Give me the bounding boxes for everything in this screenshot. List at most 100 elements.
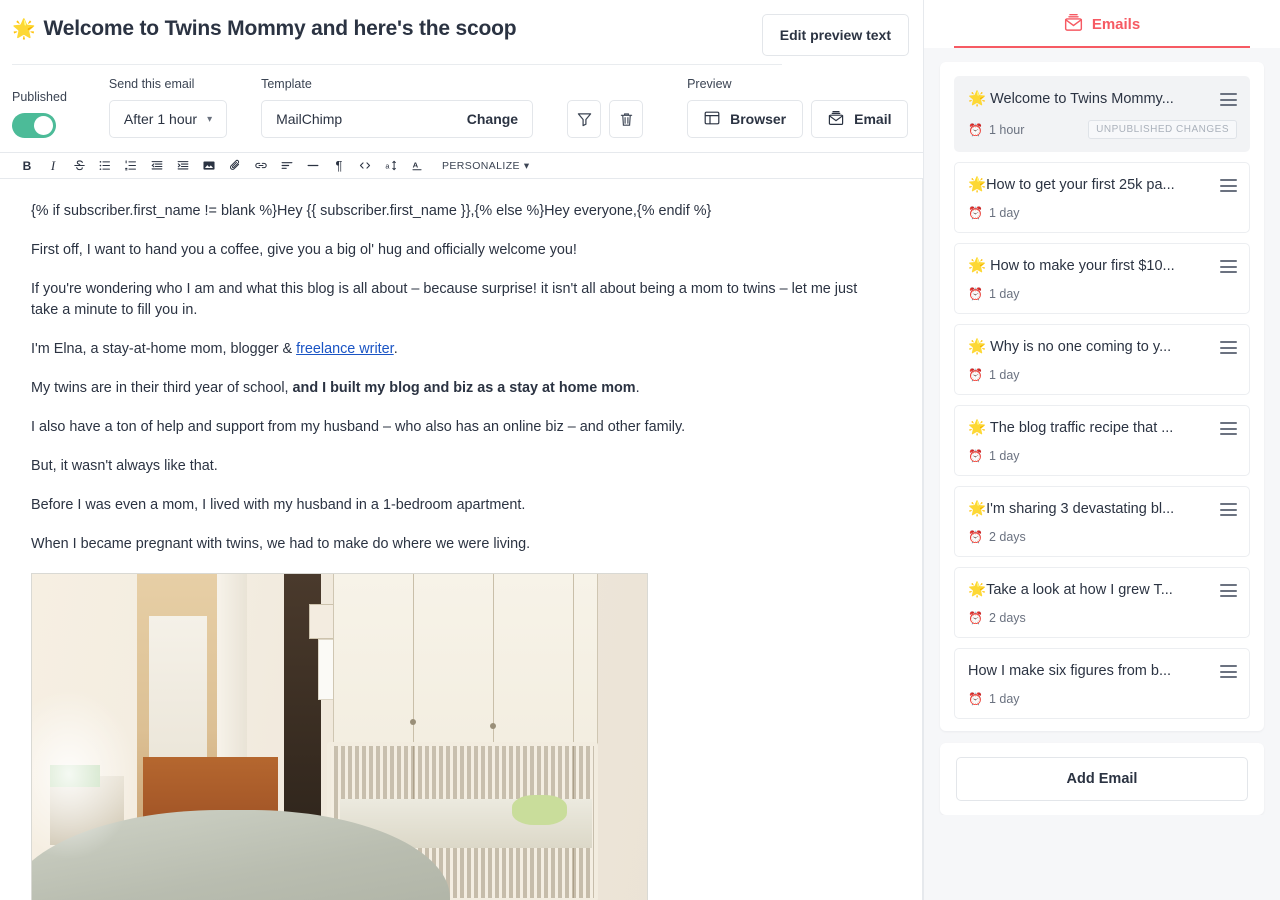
list-item-meta: ⏰ 1 day [968, 287, 1237, 301]
drag-handle-icon[interactable] [1220, 341, 1237, 354]
tab-active-underline [954, 46, 1250, 48]
drag-handle-icon[interactable] [1220, 584, 1237, 597]
italic-icon[interactable]: I [40, 154, 66, 178]
app-root: 🌟 Welcome to Twins Mommy and here's the … [0, 0, 1280, 900]
preview-buttons: Browser Email [687, 100, 909, 138]
list-item-time-text: 1 day [988, 692, 1020, 706]
drag-handle-icon[interactable] [1220, 665, 1237, 678]
list-item-title: 🌟I'm sharing 3 devastating bl... [968, 500, 1174, 519]
emails-list-scroll[interactable]: 🌟 Welcome to Twins Mommy... ⏰ 1 hour UNPU… [924, 48, 1280, 815]
list-item-title-text: I'm sharing 3 devastating bl... [986, 501, 1175, 517]
list-item-title-text: How to make your first $10... [990, 258, 1175, 274]
list-item-top: 🌟 Why is no one coming to y... [968, 338, 1237, 357]
list-item[interactable]: 🌟I'm sharing 3 devastating bl... ⏰ 2 days [954, 486, 1250, 557]
list-item[interactable]: 🌟How to get your first 25k pa... ⏰ 1 day [954, 162, 1250, 233]
list-item-title: 🌟 How to make your first $10... [968, 257, 1175, 276]
list-item-time: ⏰ 2 days [968, 611, 1026, 625]
list-item-title-text: Why is no one coming to y... [990, 339, 1172, 355]
body-paragraph: When I became pregnant with twins, we ha… [31, 536, 531, 552]
photo-green-blanket [511, 794, 568, 826]
edit-preview-text-button[interactable]: Edit preview text [761, 14, 909, 56]
svg-text:A: A [413, 161, 419, 170]
personalize-dropdown[interactable]: PERSONALIZE ▾ [442, 160, 530, 172]
list-item[interactable]: 🌟 The blog traffic recipe that ... ⏰ 1 da… [954, 405, 1250, 476]
add-email-button[interactable]: Add Email [956, 757, 1248, 801]
body-image[interactable] [31, 573, 648, 900]
bold-icon[interactable]: B [14, 154, 40, 178]
preview-email-button[interactable]: Email [811, 100, 909, 138]
clock-icon: ⏰ [968, 287, 983, 301]
horizontal-rule-icon[interactable] [300, 154, 326, 178]
bulleted-list-icon[interactable] [92, 154, 118, 178]
list-item[interactable]: How I make six figures from b... ⏰ 1 day [954, 648, 1250, 719]
list-item-time-text: 1 day [988, 449, 1020, 463]
filter-button[interactable] [567, 100, 602, 138]
email-editor-pane: 🌟 Welcome to Twins Mommy and here's the … [0, 0, 923, 900]
list-item-meta: ⏰ 1 day [968, 368, 1237, 382]
clock-icon: ⏰ [968, 449, 983, 463]
tab-emails[interactable]: Emails [1060, 0, 1144, 48]
list-item[interactable]: 🌟 Why is no one coming to y... ⏰ 1 day [954, 324, 1250, 395]
star-emoji-icon: 🌟 [968, 258, 987, 274]
drag-handle-icon[interactable] [1220, 179, 1237, 192]
star-emoji-icon: 🌟 [968, 420, 987, 436]
drag-handle-icon[interactable] [1220, 260, 1237, 273]
code-icon[interactable] [352, 154, 378, 178]
sidebar-tabbar: Emails [924, 0, 1280, 48]
list-item-title-text: Welcome to Twins Mommy... [990, 91, 1174, 107]
align-icon[interactable] [274, 154, 300, 178]
send-delay-select[interactable]: After 1 hour ▾ [108, 100, 228, 138]
email-body-editor[interactable]: {% if subscriber.first_name != blank %}H… [0, 179, 923, 900]
delete-button[interactable] [609, 100, 644, 138]
link-icon[interactable] [248, 154, 274, 178]
photo-wardrobe-knob [410, 718, 417, 725]
indent-icon[interactable] [170, 154, 196, 178]
list-item-meta: ⏰ 2 days [968, 611, 1237, 625]
send-delay-value: After 1 hour [123, 111, 198, 127]
tab-emails-label: Emails [1091, 15, 1141, 33]
list-item-title: 🌟 Why is no one coming to y... [968, 338, 1171, 357]
text-color-icon[interactable]: A [404, 154, 430, 178]
status-badge: UNPUBLISHED CHANGES [1088, 120, 1237, 139]
photo-window-glow [32, 688, 137, 860]
clock-icon: ⏰ [968, 692, 983, 706]
body-text-pre: I'm Elna, a stay-at-home mom, blogger & [31, 341, 297, 357]
numbered-list-icon[interactable] [118, 154, 144, 178]
body-paragraph: I'm Elna, a stay-at-home mom, blogger & … [31, 339, 886, 360]
drag-handle-icon[interactable] [1220, 503, 1237, 516]
font-size-icon[interactable]: a [378, 154, 404, 178]
list-item-title-text: The blog traffic recipe that ... [989, 420, 1174, 436]
page-title-text: Welcome to Twins Mommy and here's the sc… [43, 17, 517, 40]
freelance-writer-link[interactable]: freelance writer [296, 341, 394, 357]
clock-icon: ⏰ [968, 206, 983, 220]
list-item-time: ⏰ 1 day [968, 368, 1020, 382]
list-item-top: 🌟 Welcome to Twins Mommy... [968, 90, 1237, 109]
svg-text:a: a [385, 161, 390, 170]
template-control: Template MailChimp Change [261, 77, 534, 138]
list-item[interactable]: 🌟 How to make your first $10... ⏰ 1 day [954, 243, 1250, 314]
email-send-icon [828, 110, 844, 129]
template-change-button[interactable]: Change [467, 111, 518, 127]
attachment-icon[interactable] [222, 154, 248, 178]
list-item[interactable]: 🌟 Welcome to Twins Mommy... ⏰ 1 hour UNPU… [954, 76, 1250, 152]
list-item-meta: ⏰ 1 hour UNPUBLISHED CHANGES [968, 120, 1237, 139]
published-toggle[interactable] [12, 113, 56, 138]
drag-handle-icon[interactable] [1220, 93, 1237, 106]
emails-list-card: 🌟 Welcome to Twins Mommy... ⏰ 1 hour UNPU… [940, 62, 1264, 731]
list-item-meta: ⏰ 1 day [968, 692, 1237, 706]
image-icon[interactable] [196, 154, 222, 178]
outdent-icon[interactable] [144, 154, 170, 178]
list-item[interactable]: 🌟Take a look at how I grew T... ⏰ 2 days [954, 567, 1250, 638]
list-item-time-text: 1 day [988, 206, 1020, 220]
list-item-time-text: 1 day [988, 287, 1020, 301]
body-text-post: . [635, 380, 640, 396]
preview-browser-button[interactable]: Browser [687, 100, 804, 138]
strikethrough-icon[interactable] [66, 154, 92, 178]
body-paragraph: {% if subscriber.first_name != blank %}H… [31, 203, 712, 219]
list-item-top: How I make six figures from b... [968, 662, 1237, 681]
paragraph-icon[interactable]: ¶ [326, 154, 352, 178]
body-paragraph: But, it wasn't always like that. [31, 458, 218, 474]
drag-handle-icon[interactable] [1220, 422, 1237, 435]
browser-window-icon [704, 110, 720, 129]
send-email-control: Send this email After 1 hour ▾ [108, 77, 228, 138]
